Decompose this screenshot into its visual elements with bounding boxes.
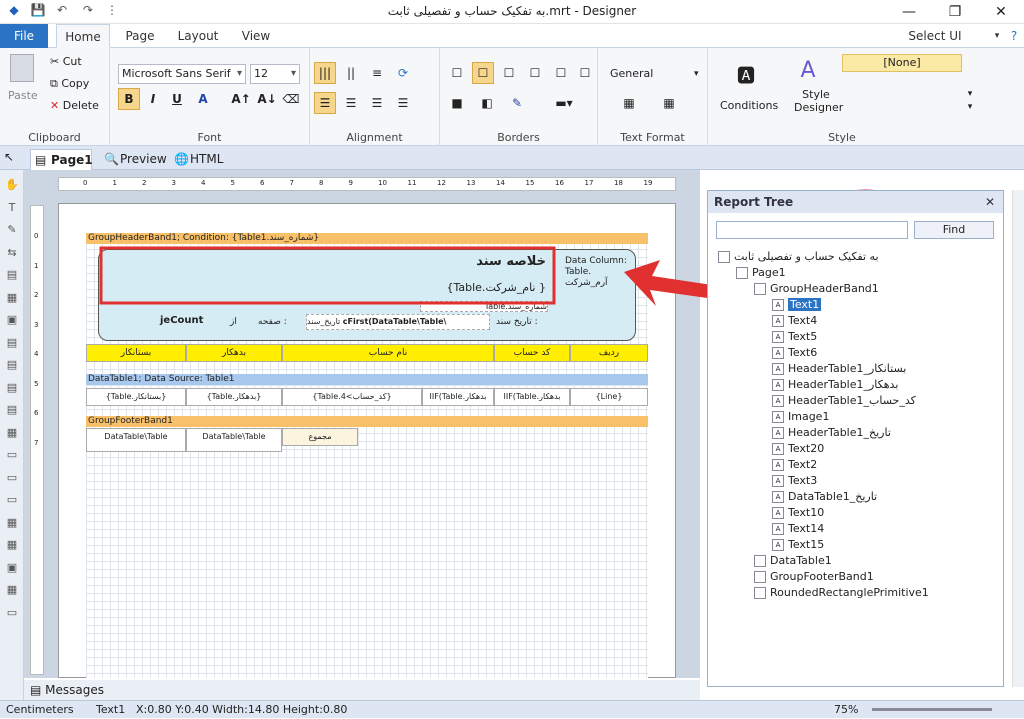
messages-icon: ▤ [30, 683, 42, 697]
status-units[interactable]: Centimeters [6, 701, 74, 719]
status-component: Text1 [96, 703, 126, 716]
tree-node-label: Text1 [788, 298, 822, 311]
tree-node-icon: A [772, 363, 784, 375]
report-tree-title: Report Tree [714, 195, 794, 209]
tree-node[interactable]: A HeaderTable1_كد_حساب [772, 393, 916, 409]
tree-node-icon: A [772, 539, 784, 551]
right-scrollbar[interactable] [1012, 190, 1024, 687]
tree-node-label: Text6 [788, 346, 818, 359]
tree-node[interactable]: A Text5 [772, 329, 817, 345]
zoom-slider[interactable] [872, 708, 992, 711]
tree-search-input[interactable] [716, 221, 908, 239]
tree-node-label: GroupHeaderBand1 [770, 282, 879, 295]
tree-node-label: HeaderTable1_بستانكار [788, 362, 907, 375]
tree-node-icon [754, 587, 766, 599]
tree-node[interactable]: GroupFooterBand1 [754, 569, 874, 585]
tree-node-icon: A [772, 299, 784, 311]
status-bar: Centimeters Text1 X:0.80 Y:0.40 Width:14… [0, 700, 1024, 718]
tree-node-icon: A [772, 475, 784, 487]
tree-node[interactable]: به تفکیک حساب و تفصیلی ثابت [718, 249, 879, 265]
tree-node-icon: A [772, 427, 784, 439]
tree-node-label: Image1 [788, 410, 830, 423]
tree-node[interactable]: Page1 [736, 265, 786, 281]
tree-node-label: GroupFooterBand1 [770, 570, 874, 583]
tree-node-label: Text20 [788, 442, 825, 455]
tree-node-icon: A [772, 411, 784, 423]
tree-node-icon [736, 267, 748, 279]
tree-node[interactable]: A HeaderTable1_بدهكار [772, 377, 898, 393]
tree-node-icon: A [772, 395, 784, 407]
tree-node-label: Text15 [788, 538, 825, 551]
tree-node-icon: A [772, 507, 784, 519]
tree-node-label: Text5 [788, 330, 818, 343]
tree-node-icon: A [772, 347, 784, 359]
tree-node-icon: A [772, 491, 784, 503]
tree-node-label: Text3 [788, 474, 818, 487]
messages-bar: ▤ Messages [24, 680, 700, 700]
tree-node-label: Text2 [788, 458, 818, 471]
tree-close-icon[interactable]: ✕ [985, 191, 995, 213]
tree-node-label: HeaderTable1_تاریخ [788, 426, 891, 439]
tree-node-label: HeaderTable1_بدهكار [788, 378, 899, 391]
tree-node[interactable]: GroupHeaderBand1 [754, 281, 879, 297]
tree-node[interactable]: A Text4 [772, 313, 817, 329]
tree-node-icon: A [772, 443, 784, 455]
tree-node-icon: A [772, 379, 784, 391]
tree-node-icon: A [772, 315, 784, 327]
tree-node-label: HeaderTable1_كد_حساب [788, 394, 916, 407]
tree-node-label: به تفکیک حساب و تفصیلی ثابت [734, 250, 879, 263]
tree-node-icon: A [772, 523, 784, 535]
tree-node-icon [754, 555, 766, 567]
tree-node-icon [718, 251, 730, 263]
tree-node-icon [754, 283, 766, 295]
tree-node[interactable]: A Text1 [772, 297, 822, 313]
tree-node[interactable]: A Text3 [772, 473, 817, 489]
tree-node-icon [754, 571, 766, 583]
tree-node[interactable]: RoundedRectanglePrimitive1 [754, 585, 929, 601]
tree-node[interactable]: DataTable1 [754, 553, 832, 569]
tree-node[interactable]: A Text15 [772, 537, 824, 553]
tree-node-icon: A [772, 459, 784, 471]
tree-node-label: RoundedRectanglePrimitive1 [770, 586, 929, 599]
tree-node[interactable]: A Image1 [772, 409, 829, 425]
tree-node[interactable]: A Text2 [772, 457, 817, 473]
messages-tab[interactable]: Messages [45, 683, 104, 697]
tree-node[interactable]: A HeaderTable1_تاریخ [772, 425, 891, 441]
tree-node-label: Text10 [788, 506, 825, 519]
report-tree-header: Report Tree ✕ [708, 191, 1003, 213]
tree-node-icon: A [772, 331, 784, 343]
report-tree-panel: Report Tree ✕ Find به تفکیک حساب و تفصیلی… [707, 190, 1004, 687]
status-zoom: 75% [834, 703, 859, 716]
status-coords: X:0.80 Y:0.40 Width:14.80 Height:0.80 [136, 703, 348, 716]
tree-node[interactable]: A HeaderTable1_بستانكار [772, 361, 906, 377]
tree-node-label: DataTable1 [770, 554, 832, 567]
tree-node-label: Page1 [752, 266, 786, 279]
tree-node[interactable]: A DataTable1_تاریخ [772, 489, 877, 505]
find-button[interactable]: Find [914, 221, 994, 239]
tree-node[interactable]: A Text6 [772, 345, 817, 361]
annotation-highlight-box [99, 246, 556, 305]
tree-node[interactable]: A Text10 [772, 505, 824, 521]
tree-node-label: DataTable1_تاریخ [788, 490, 878, 503]
tree-node-label: Text14 [788, 522, 825, 535]
tree-node-label: Text4 [788, 314, 818, 327]
tree-node[interactable]: A Text20 [772, 441, 824, 457]
tree-node[interactable]: A Text14 [772, 521, 824, 537]
